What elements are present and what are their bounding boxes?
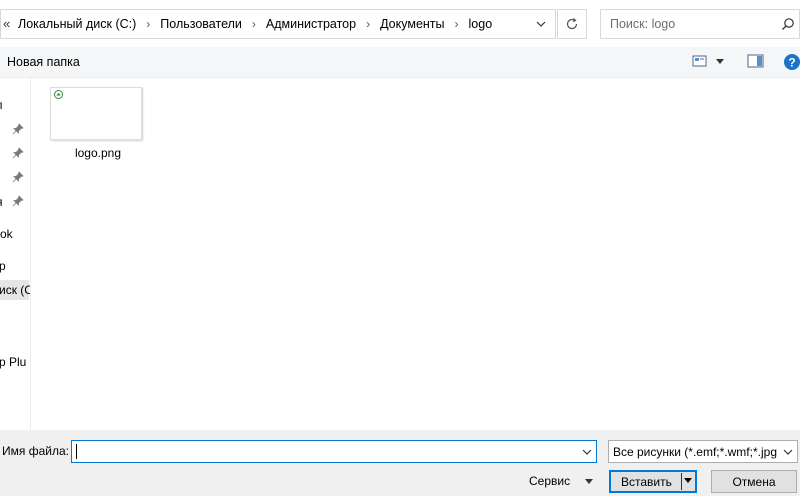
nav-item[interactable]: п: [0, 95, 29, 115]
file-name: logo.png: [74, 146, 122, 160]
preview-pane-icon[interactable]: [747, 54, 765, 68]
command-bar: Новая папка: [0, 47, 800, 78]
insert-button[interactable]: Вставить: [609, 470, 697, 493]
search-placeholder: Поиск: logo: [610, 17, 676, 31]
nav-item-label: иск (С: [0, 283, 31, 297]
nav-item[interactable]: [0, 144, 29, 164]
breadcrumb-item[interactable]: Пользователи: [160, 17, 242, 31]
pin-icon: [12, 171, 24, 183]
refresh-button[interactable]: [557, 9, 587, 39]
address-bar[interactable]: « Локальный диск (C:) › Пользователи › А…: [0, 9, 556, 39]
nav-item-label: п: [0, 98, 3, 112]
file-type-dropdown[interactable]: [779, 441, 797, 462]
breadcrumb-item[interactable]: Администратор: [266, 17, 356, 31]
chevron-down-icon: [536, 21, 546, 27]
chevron-right-icon[interactable]: ›: [242, 17, 266, 31]
filename-input[interactable]: [71, 440, 597, 463]
nav-item-label: я: [0, 195, 3, 209]
chevron-right-icon[interactable]: ›: [445, 17, 469, 31]
breadcrumb-item[interactable]: logo: [469, 17, 493, 31]
nav-item-selected[interactable]: иск (С: [0, 280, 31, 300]
change-view-icon[interactable]: [692, 54, 708, 68]
file-item[interactable]: logo.png: [50, 87, 142, 160]
nav-item[interactable]: [0, 168, 29, 188]
chevron-down-icon: [783, 449, 793, 455]
pin-icon: [12, 195, 24, 207]
nav-item-label: ok: [0, 227, 13, 241]
navigation-pane[interactable]: п я ok р иск (С p Plu: [0, 78, 31, 430]
chevron-right-icon[interactable]: ›: [136, 17, 160, 31]
refresh-icon: [566, 18, 578, 30]
nav-item[interactable]: [0, 120, 29, 140]
insert-button-label: Вставить: [621, 475, 672, 489]
cancel-button-label: Отмена: [732, 474, 776, 489]
tools-menu-button[interactable]: Сервис: [529, 474, 570, 488]
help-glyph: ?: [788, 56, 795, 70]
cancel-button[interactable]: Отмена: [711, 470, 797, 493]
text-caret: [76, 444, 77, 459]
breadcrumb-item[interactable]: Документы: [380, 17, 444, 31]
filename-label: Имя файла:: [2, 444, 69, 458]
nav-item[interactable]: ok: [0, 224, 29, 244]
pin-icon: [12, 123, 24, 135]
caret-down-icon[interactable]: [585, 479, 593, 484]
breadcrumb-item[interactable]: Локальный диск (C:): [18, 17, 136, 31]
breadcrumb: Локальный диск (C:) › Пользователи › Адм…: [18, 17, 492, 31]
caret-down-icon[interactable]: [684, 478, 692, 483]
search-icon[interactable]: [781, 17, 795, 31]
address-overflow-button[interactable]: «: [3, 16, 10, 31]
nav-item-label: р: [0, 259, 6, 273]
address-history-button[interactable]: [527, 10, 555, 38]
file-thumbnail: [50, 87, 142, 140]
file-type-value: Все рисунки (*.emf;*.wmf;*.jpg: [613, 445, 777, 459]
nav-item-label: p Plu: [0, 355, 27, 369]
chevron-down-icon[interactable]: [582, 449, 592, 455]
dialog-footer: Имя файла: Все рисунки (*.emf;*.wmf;*.jp…: [0, 430, 800, 496]
split-divider: [681, 473, 682, 490]
nav-item[interactable]: p Plu: [0, 352, 29, 372]
file-type-select[interactable]: Все рисунки (*.emf;*.wmf;*.jpg: [608, 440, 798, 463]
chevron-right-icon[interactable]: ›: [356, 17, 380, 31]
nav-item[interactable]: р: [0, 256, 29, 276]
nav-item[interactable]: я: [0, 192, 29, 212]
caret-down-icon[interactable]: [716, 59, 724, 64]
pin-icon: [12, 147, 24, 159]
sync-status-icon: [54, 90, 63, 99]
help-icon[interactable]: ?: [783, 53, 800, 71]
new-folder-button[interactable]: Новая папка: [7, 55, 80, 69]
search-box[interactable]: Поиск: logo: [600, 9, 800, 39]
